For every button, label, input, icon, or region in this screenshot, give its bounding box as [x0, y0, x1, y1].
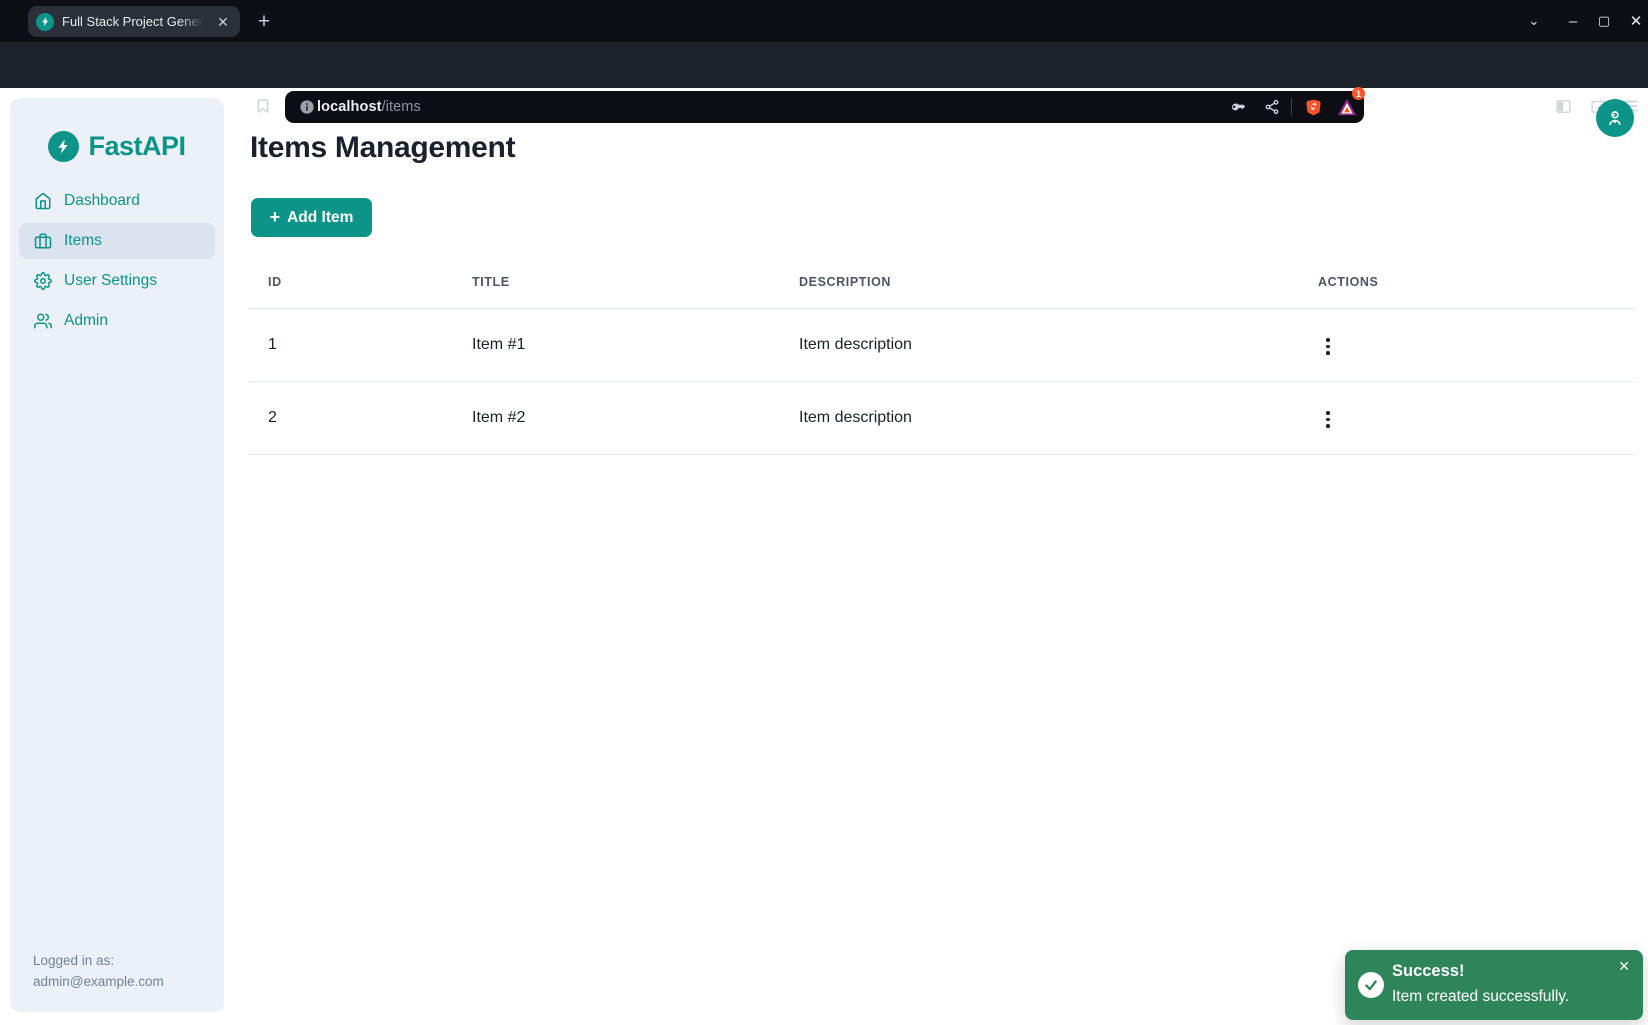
sidebar-item-label: Admin — [64, 312, 108, 330]
column-header-description: DESCRIPTION — [780, 256, 1299, 308]
browser-toolbar: localhost/items 1 — [0, 42, 1648, 88]
plus-icon: + — [270, 208, 281, 226]
row-actions-kebab-icon[interactable] — [1318, 332, 1338, 361]
cell-id: 2 — [249, 381, 453, 454]
success-toast: Success! Item created successfully. ✕ — [1345, 950, 1643, 1020]
fastapi-favicon-icon — [36, 13, 54, 31]
browser-tab-bar: Full Stack Project Genera ✕ + ⌄ – ▢ ✕ — [0, 0, 1648, 42]
add-item-button[interactable]: + Add Item — [251, 198, 372, 237]
table-row: 1 Item #1 Item description — [249, 308, 1635, 381]
cell-title: Item #1 — [453, 308, 780, 381]
user-avatar-button[interactable] — [1596, 99, 1634, 137]
screen: Full Stack Project Genera ✕ + ⌄ – ▢ ✕ lo… — [0, 0, 1648, 1025]
new-tab-button[interactable]: + — [250, 8, 278, 36]
fastapi-logo: FastAPI — [10, 131, 224, 162]
browser-tab[interactable]: Full Stack Project Genera ✕ — [28, 6, 240, 37]
address-bar[interactable]: localhost/items 1 — [285, 91, 1364, 123]
column-header-title: TITLE — [453, 256, 780, 308]
divider — [1291, 98, 1292, 116]
sidebar-item-dashboard[interactable]: Dashboard — [19, 183, 215, 219]
check-circle-icon — [1358, 972, 1384, 998]
logged-in-label: Logged in as: — [33, 950, 164, 971]
window-close-button[interactable]: ✕ — [1627, 0, 1645, 42]
fastapi-bolt-icon — [48, 131, 79, 162]
brave-shield-icon[interactable] — [1301, 91, 1325, 123]
column-header-id: ID — [249, 256, 453, 308]
cell-id: 1 — [249, 308, 453, 381]
cell-description: Item description — [780, 381, 1299, 454]
bookmark-icon[interactable] — [249, 92, 277, 120]
tab-title: Full Stack Project Genera — [62, 14, 206, 29]
url-host: localhost — [317, 99, 382, 115]
window-minimize-button[interactable]: – — [1564, 0, 1582, 42]
rewards-badge: 1 — [1352, 87, 1365, 100]
sidebar-item-label: Dashboard — [64, 192, 140, 210]
user-icon — [1605, 108, 1625, 128]
toast-close-icon[interactable]: ✕ — [1614, 956, 1634, 977]
tab-search-chevron-icon[interactable]: ⌄ — [1525, 0, 1543, 42]
items-table: ID TITLE DESCRIPTION ACTIONS 1 Item #1 I… — [249, 256, 1635, 455]
logo-text: FastAPI — [88, 131, 185, 162]
sidebar-item-label: User Settings — [64, 272, 157, 290]
toast-message: Item created successfully. — [1392, 988, 1569, 1006]
logged-in-email: admin@example.com — [33, 971, 164, 992]
cell-title: Item #2 — [453, 381, 780, 454]
column-header-actions: ACTIONS — [1299, 256, 1635, 308]
sidebar-item-user-settings[interactable]: User Settings — [19, 263, 215, 299]
app-sidebar: FastAPI Dashboard Items User Settings Ad… — [10, 98, 224, 1012]
briefcase-icon — [34, 232, 52, 250]
password-key-icon[interactable] — [1226, 91, 1250, 123]
cell-description: Item description — [780, 308, 1299, 381]
home-icon — [34, 192, 52, 210]
sidebar-nav: Dashboard Items User Settings Admin — [19, 183, 215, 339]
sidebar-toggle-icon[interactable] — [1549, 92, 1577, 120]
logged-in-info: Logged in as: admin@example.com — [33, 950, 164, 992]
toast-title: Success! — [1392, 962, 1464, 981]
row-actions-kebab-icon[interactable] — [1318, 405, 1338, 434]
brave-rewards-icon[interactable]: 1 — [1335, 91, 1359, 123]
table-row: 2 Item #2 Item description — [249, 381, 1635, 454]
sidebar-item-admin[interactable]: Admin — [19, 303, 215, 339]
page-title: Items Management — [250, 131, 515, 165]
sidebar-item-items[interactable]: Items — [19, 223, 215, 259]
sidebar-item-label: Items — [64, 232, 102, 250]
share-icon[interactable] — [1260, 91, 1284, 123]
url-text: localhost/items — [317, 99, 421, 115]
site-info-icon[interactable] — [299, 91, 315, 123]
add-item-label: Add Item — [287, 209, 353, 227]
gear-icon — [34, 272, 52, 290]
url-path: /items — [382, 99, 421, 115]
table-header-row: ID TITLE DESCRIPTION ACTIONS — [249, 256, 1635, 308]
window-maximize-button[interactable]: ▢ — [1595, 0, 1613, 42]
users-icon — [34, 312, 52, 330]
tab-close-icon[interactable]: ✕ — [214, 13, 232, 31]
